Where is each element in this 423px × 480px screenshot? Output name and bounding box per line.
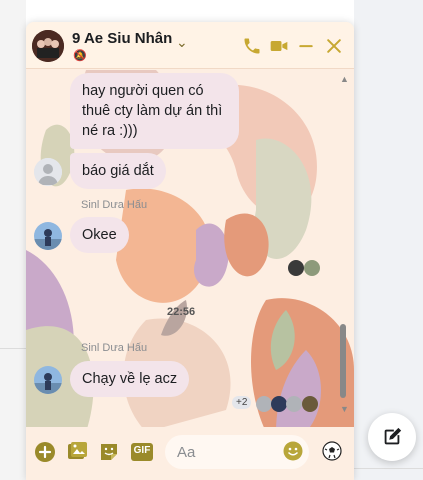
avatar[interactable] [34, 222, 62, 250]
seen-avatar [271, 396, 287, 412]
message-bubble[interactable]: Chạy về lẹ acz [70, 361, 190, 397]
seen-more-count[interactable]: +2 [232, 396, 252, 409]
background-panel-right [354, 0, 423, 480]
scroll-down-arrow[interactable]: ▼ [340, 404, 349, 414]
message-bubble[interactable]: Okee [70, 217, 129, 253]
plus-icon[interactable] [34, 441, 56, 463]
message-bubble[interactable]: báo giá dắt [70, 153, 166, 189]
seen-avatar [256, 396, 272, 412]
scroll-up-arrow[interactable]: ▲ [340, 74, 349, 84]
avatar[interactable] [34, 366, 62, 394]
timestamp: 22:56 [167, 306, 196, 318]
compose-icon [384, 427, 402, 445]
minimize-icon[interactable] [296, 36, 316, 56]
seen-avatar [302, 396, 318, 412]
avatar[interactable] [34, 158, 62, 186]
sender-name: Sinl Dưa Hấu [81, 342, 148, 354]
seen-avatar [304, 260, 320, 276]
message-bubble[interactable]: hay người quen có thuê cty làm dự án thì… [70, 73, 239, 149]
photo-icon[interactable] [66, 441, 88, 463]
group-avatar[interactable] [32, 30, 64, 62]
muted-icon: 🔕 [73, 50, 87, 62]
emoji-icon[interactable] [283, 441, 303, 461]
video-icon[interactable] [269, 36, 289, 56]
chat-window: 9 Ae Siu Nhân 🔕 ⌄ ▲ ▼ hay người quen có … [26, 22, 354, 480]
chat-header: 9 Ae Siu Nhân 🔕 ⌄ [26, 22, 354, 69]
soccer-ball-icon[interactable] [322, 441, 342, 461]
new-message-button[interactable] [368, 413, 416, 461]
gif-label: GIF [133, 445, 151, 456]
seen-avatar [288, 260, 304, 276]
composer-bar: GIF [26, 427, 354, 480]
close-icon[interactable] [324, 36, 344, 56]
seen-avatar [286, 396, 302, 412]
chat-title[interactable]: 9 Ae Siu Nhân [72, 30, 172, 47]
sender-name: Sinl Dưa Hấu [81, 199, 148, 211]
background-panel-left [0, 0, 26, 480]
gif-icon[interactable]: GIF [130, 441, 154, 463]
sticker-icon[interactable] [98, 441, 120, 463]
scrollbar-thumb[interactable] [340, 324, 346, 398]
phone-icon[interactable] [242, 36, 262, 56]
chevron-down-icon[interactable]: ⌄ [176, 34, 188, 51]
